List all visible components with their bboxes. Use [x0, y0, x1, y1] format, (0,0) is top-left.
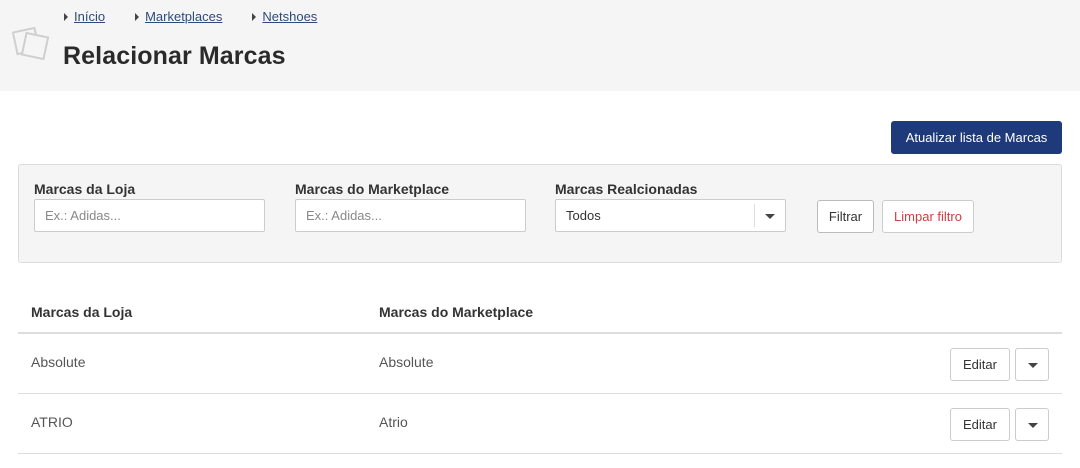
- caret-right-icon: [252, 12, 257, 21]
- marketplace-brand-cell: Absolute: [379, 354, 434, 370]
- filter-panel: Marcas da Loja Marcas do Marketplace Mar…: [18, 164, 1062, 263]
- breadcrumb-item-inicio: Início: [64, 9, 105, 24]
- related-brands-select[interactable]: Todos: [555, 199, 786, 232]
- breadcrumb-link-netshoes[interactable]: Netshoes: [262, 9, 317, 24]
- related-brands-selected: Todos: [566, 208, 601, 223]
- update-brands-button[interactable]: Atualizar lista de Marcas: [891, 121, 1062, 154]
- related-brands-label: Marcas Realcionadas: [555, 181, 698, 197]
- caret-down-icon: [1028, 423, 1038, 428]
- caret-right-icon: [135, 12, 140, 21]
- marketplace-brand-cell: Atrio: [379, 414, 408, 430]
- row-actions-dropdown[interactable]: [1015, 348, 1049, 381]
- filter-marketplace-brands: Marcas do Marketplace: [295, 181, 526, 232]
- store-brands-label: Marcas da Loja: [34, 181, 136, 197]
- select-divider: [754, 204, 755, 227]
- table-header: Marcas da Loja Marcas do Marketplace: [18, 293, 1062, 334]
- brands-table: Marcas da Loja Marcas do Marketplace Abs…: [18, 293, 1062, 454]
- column-header-marketplace-brands: Marcas do Marketplace: [379, 304, 534, 320]
- page-title: Relacionar Marcas: [63, 42, 286, 70]
- store-brand-cell: ATRIO: [31, 414, 73, 430]
- caret-right-icon: [64, 12, 68, 21]
- filter-button[interactable]: Filtrar: [817, 200, 874, 233]
- table-row: ATRIO Atrio Editar: [18, 394, 1062, 454]
- page-header: Início Marketplaces Netshoes Relacionar …: [0, 0, 1080, 91]
- clear-filter-button[interactable]: Limpar filtro: [882, 200, 974, 233]
- filter-store-brands: Marcas da Loja: [34, 181, 265, 232]
- table-row: Absolute Absolute Editar: [18, 334, 1062, 394]
- marketplace-brands-input[interactable]: [295, 199, 526, 232]
- breadcrumb-link-marketplaces[interactable]: Marketplaces: [145, 9, 222, 24]
- filter-related-brands: Marcas Realcionadas Todos: [555, 181, 786, 232]
- breadcrumb-link-inicio[interactable]: Início: [74, 9, 105, 24]
- marketplace-brands-label: Marcas do Marketplace: [295, 181, 450, 197]
- breadcrumb-item-netshoes: Netshoes: [252, 9, 317, 24]
- row-actions-dropdown[interactable]: [1015, 408, 1049, 441]
- store-brands-input[interactable]: [34, 199, 265, 232]
- stacked-pages-icon: [12, 26, 50, 61]
- caret-down-icon: [765, 214, 775, 219]
- caret-down-icon: [1028, 363, 1038, 368]
- edit-button[interactable]: Editar: [950, 348, 1010, 381]
- column-header-store-brands: Marcas da Loja: [31, 304, 133, 320]
- store-brand-cell: Absolute: [31, 354, 86, 370]
- breadcrumb-item-marketplaces: Marketplaces: [135, 9, 222, 24]
- breadcrumb: Início Marketplaces Netshoes: [64, 9, 347, 24]
- edit-button[interactable]: Editar: [950, 408, 1010, 441]
